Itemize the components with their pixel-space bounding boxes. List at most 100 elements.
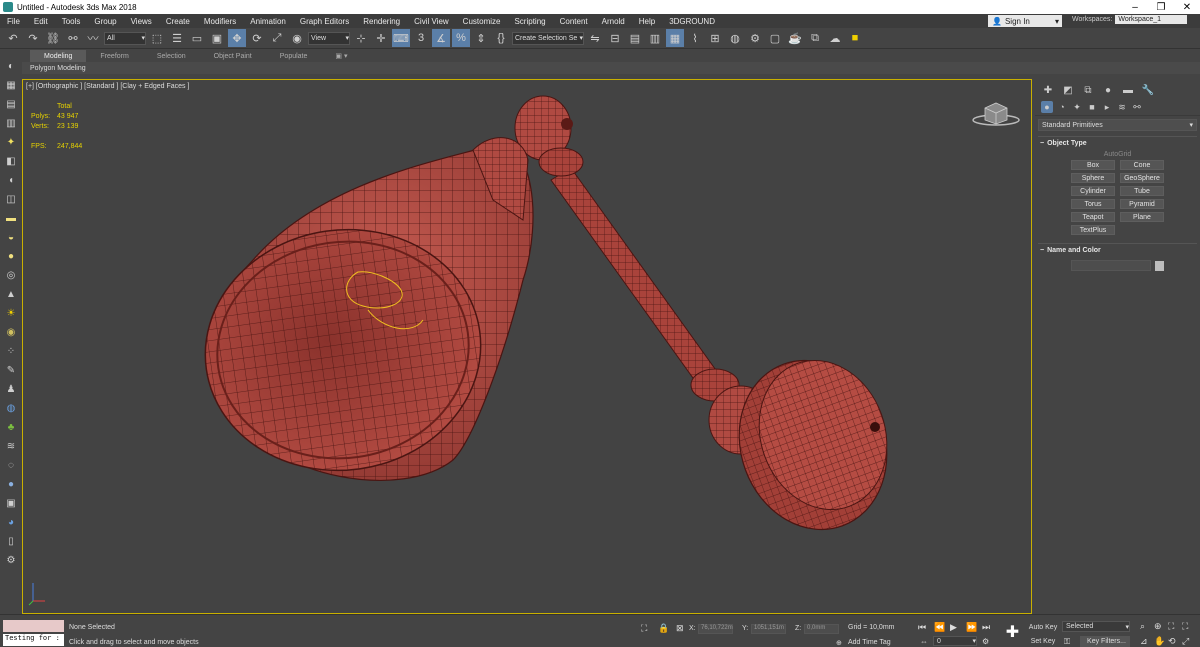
table-icon[interactable]: ▥ [3,115,19,132]
mirror-icon[interactable]: ⇋ [586,29,604,47]
primitive-category-dropdown[interactable]: Standard Primitives ▾ [1038,119,1197,131]
tab-object-paint[interactable]: Object Paint [200,50,266,62]
menu-tools[interactable]: Tools [55,17,88,26]
key-mode-dropdown[interactable]: Selected ▾ [1062,621,1130,632]
menu-content[interactable]: Content [553,17,595,26]
pivot-center-icon[interactable]: ⊹ [352,29,370,47]
light-icon[interactable]: ✦ [3,134,19,151]
pyramid-primitive-icon[interactable]: ▲ [3,286,19,303]
textplus-button[interactable]: TextPlus [1071,225,1115,235]
go-to-start-icon[interactable]: ⏮ [918,622,926,633]
create-icon[interactable]: ▦ [3,77,19,94]
select-scale-icon[interactable]: ⤢ [268,29,286,47]
torus-primitive-icon[interactable]: ◎ [3,267,19,284]
tab-populate[interactable]: Populate [266,50,322,62]
selection-filter-dropdown[interactable]: All ▾ [104,31,146,45]
scene-list-icon[interactable]: ▤ [3,96,19,113]
maxscript-input[interactable]: Testing for : [3,634,64,646]
time-config-icon[interactable]: ⚙ [982,637,989,646]
settings-icon[interactable]: ⚙ [3,552,19,569]
align-icon[interactable]: ⊟ [606,29,624,47]
paint-icon[interactable]: ✎ [3,362,19,379]
viewport-perspective[interactable]: [+] [Orthographic ] [Standard ] [Clay + … [22,79,1032,614]
object-type-header[interactable]: − Object Type [1038,137,1197,149]
key-mode-icon[interactable]: ⇔ [920,637,928,646]
viewport-layout-icon[interactable]: ◐ [3,58,19,75]
maxscript-listener-output[interactable] [3,620,64,632]
isolate-selection-icon[interactable]: ⛶ [641,623,647,634]
tab-selection[interactable]: Selection [143,50,200,62]
snaps-toggle-icon[interactable]: 3 [412,29,430,47]
world-icon[interactable]: ◍ [3,400,19,417]
plant-icon[interactable]: ♣ [3,419,19,436]
select-object-icon[interactable]: ⬚ [148,29,166,47]
menu-3dground[interactable]: 3DGROUND [662,17,722,26]
document-icon[interactable]: ▯ [3,533,19,550]
name-color-header[interactable]: − Name and Color [1038,244,1197,256]
curve-editor-icon[interactable]: ⌇ [686,29,704,47]
layer-explorer-icon[interactable]: ▥ [646,29,664,47]
create-tab-icon[interactable]: ✚ [1041,83,1055,97]
menu-views[interactable]: Views [124,17,159,26]
menu-modifiers[interactable]: Modifiers [197,17,243,26]
pyramid-button[interactable]: Pyramid [1120,199,1164,209]
polygon-modeling-label[interactable]: Polygon Modeling [30,65,86,72]
go-to-end-icon[interactable]: ⏭ [982,622,990,633]
maximize-viewport-icon[interactable]: ⤢ [1182,636,1189,647]
selection-lock-icon[interactable]: 🔒 [658,623,669,634]
redo-icon[interactable]: ↷ [24,29,42,47]
close-icon[interactable]: ✕ [1174,2,1200,13]
render-icon[interactable]: ◕ [3,514,19,531]
menu-graph-editors[interactable]: Graph Editors [293,17,356,26]
render-cloud-icon[interactable]: ☁ [826,29,844,47]
render-setup-icon[interactable]: ⚙ [746,29,764,47]
select-manipulate-icon[interactable]: ✛ [372,29,390,47]
menu-scripting[interactable]: Scripting [507,17,552,26]
x-coordinate-field[interactable]: 76,10,722m [698,624,733,634]
maximize-icon[interactable]: ❐ [1148,2,1174,13]
previous-frame-icon[interactable]: ⏪ [934,622,945,633]
box-primitive-icon[interactable]: ▬ [3,210,19,227]
sign-in-button[interactable]: 👤 Sign In ▾ [988,15,1062,27]
hair-icon[interactable]: ≋ [3,438,19,455]
clipboard-icon[interactable]: ▣ [3,495,19,512]
menu-civil-view[interactable]: Civil View [407,17,456,26]
select-by-name-icon[interactable]: ☰ [168,29,186,47]
menu-help[interactable]: Help [632,17,662,26]
menu-animation[interactable]: Animation [243,17,293,26]
zoom-icon[interactable]: ⌕ [1140,621,1145,632]
menu-arnold[interactable]: Arnold [595,17,632,26]
ribbon-options-icon[interactable]: ▣ ▾ [321,50,361,62]
rendered-frame-window-icon[interactable]: ▢ [766,29,784,47]
window-crossing-icon[interactable]: ▣ [208,29,226,47]
current-frame-field[interactable]: 0 ▾ [933,636,977,646]
lamp-arm[interactable] [550,167,724,393]
reference-coordinate-dropdown[interactable]: View ▾ [308,31,350,45]
motion-tab-icon[interactable]: ● [1101,83,1115,97]
systems-icon[interactable]: ⚯ [1131,101,1143,113]
lights-icon[interactable]: ✦ [1071,101,1083,113]
edit-named-selection-icon[interactable]: {} [492,29,510,47]
zoom-extents-all-icon[interactable]: ⛶ [1182,621,1188,632]
zoom-extents-icon[interactable]: ⛶ [1168,621,1174,632]
select-rotate-icon[interactable]: ⟳ [248,29,266,47]
cameras-icon[interactable]: ■ [1086,101,1098,113]
figure-icon[interactable]: ♟ [3,381,19,398]
orbit-icon[interactable]: ⟲ [1168,636,1176,647]
select-move-icon[interactable]: ✥ [228,29,246,47]
absolute-mode-icon[interactable]: ⊠ [676,623,684,634]
camera-icon[interactable]: ◧ [3,153,19,170]
autogrid-checkbox[interactable]: AutoGrid [1038,149,1197,160]
viewcube-icon[interactable] [971,98,1021,128]
play-icon[interactable]: ▶ [950,622,957,633]
keyboard-shortcut-override-icon[interactable]: ⌨ [392,29,410,47]
geometry-icon[interactable]: ● [1041,101,1053,113]
box-button[interactable]: Box [1071,160,1115,170]
angle-snap-icon[interactable]: ∡ [432,29,450,47]
y-coordinate-field[interactable]: 1051,151m [751,624,786,634]
zoom-all-icon[interactable]: ⊕ [1154,621,1162,632]
toggle-scene-explorer-icon[interactable]: ▤ [626,29,644,47]
lamp-wall-plate[interactable] [716,340,910,551]
key-filters-button[interactable]: Key Filters... [1080,636,1130,647]
viewport-label[interactable]: [+] [Orthographic ] [Standard ] [Clay + … [26,83,189,90]
